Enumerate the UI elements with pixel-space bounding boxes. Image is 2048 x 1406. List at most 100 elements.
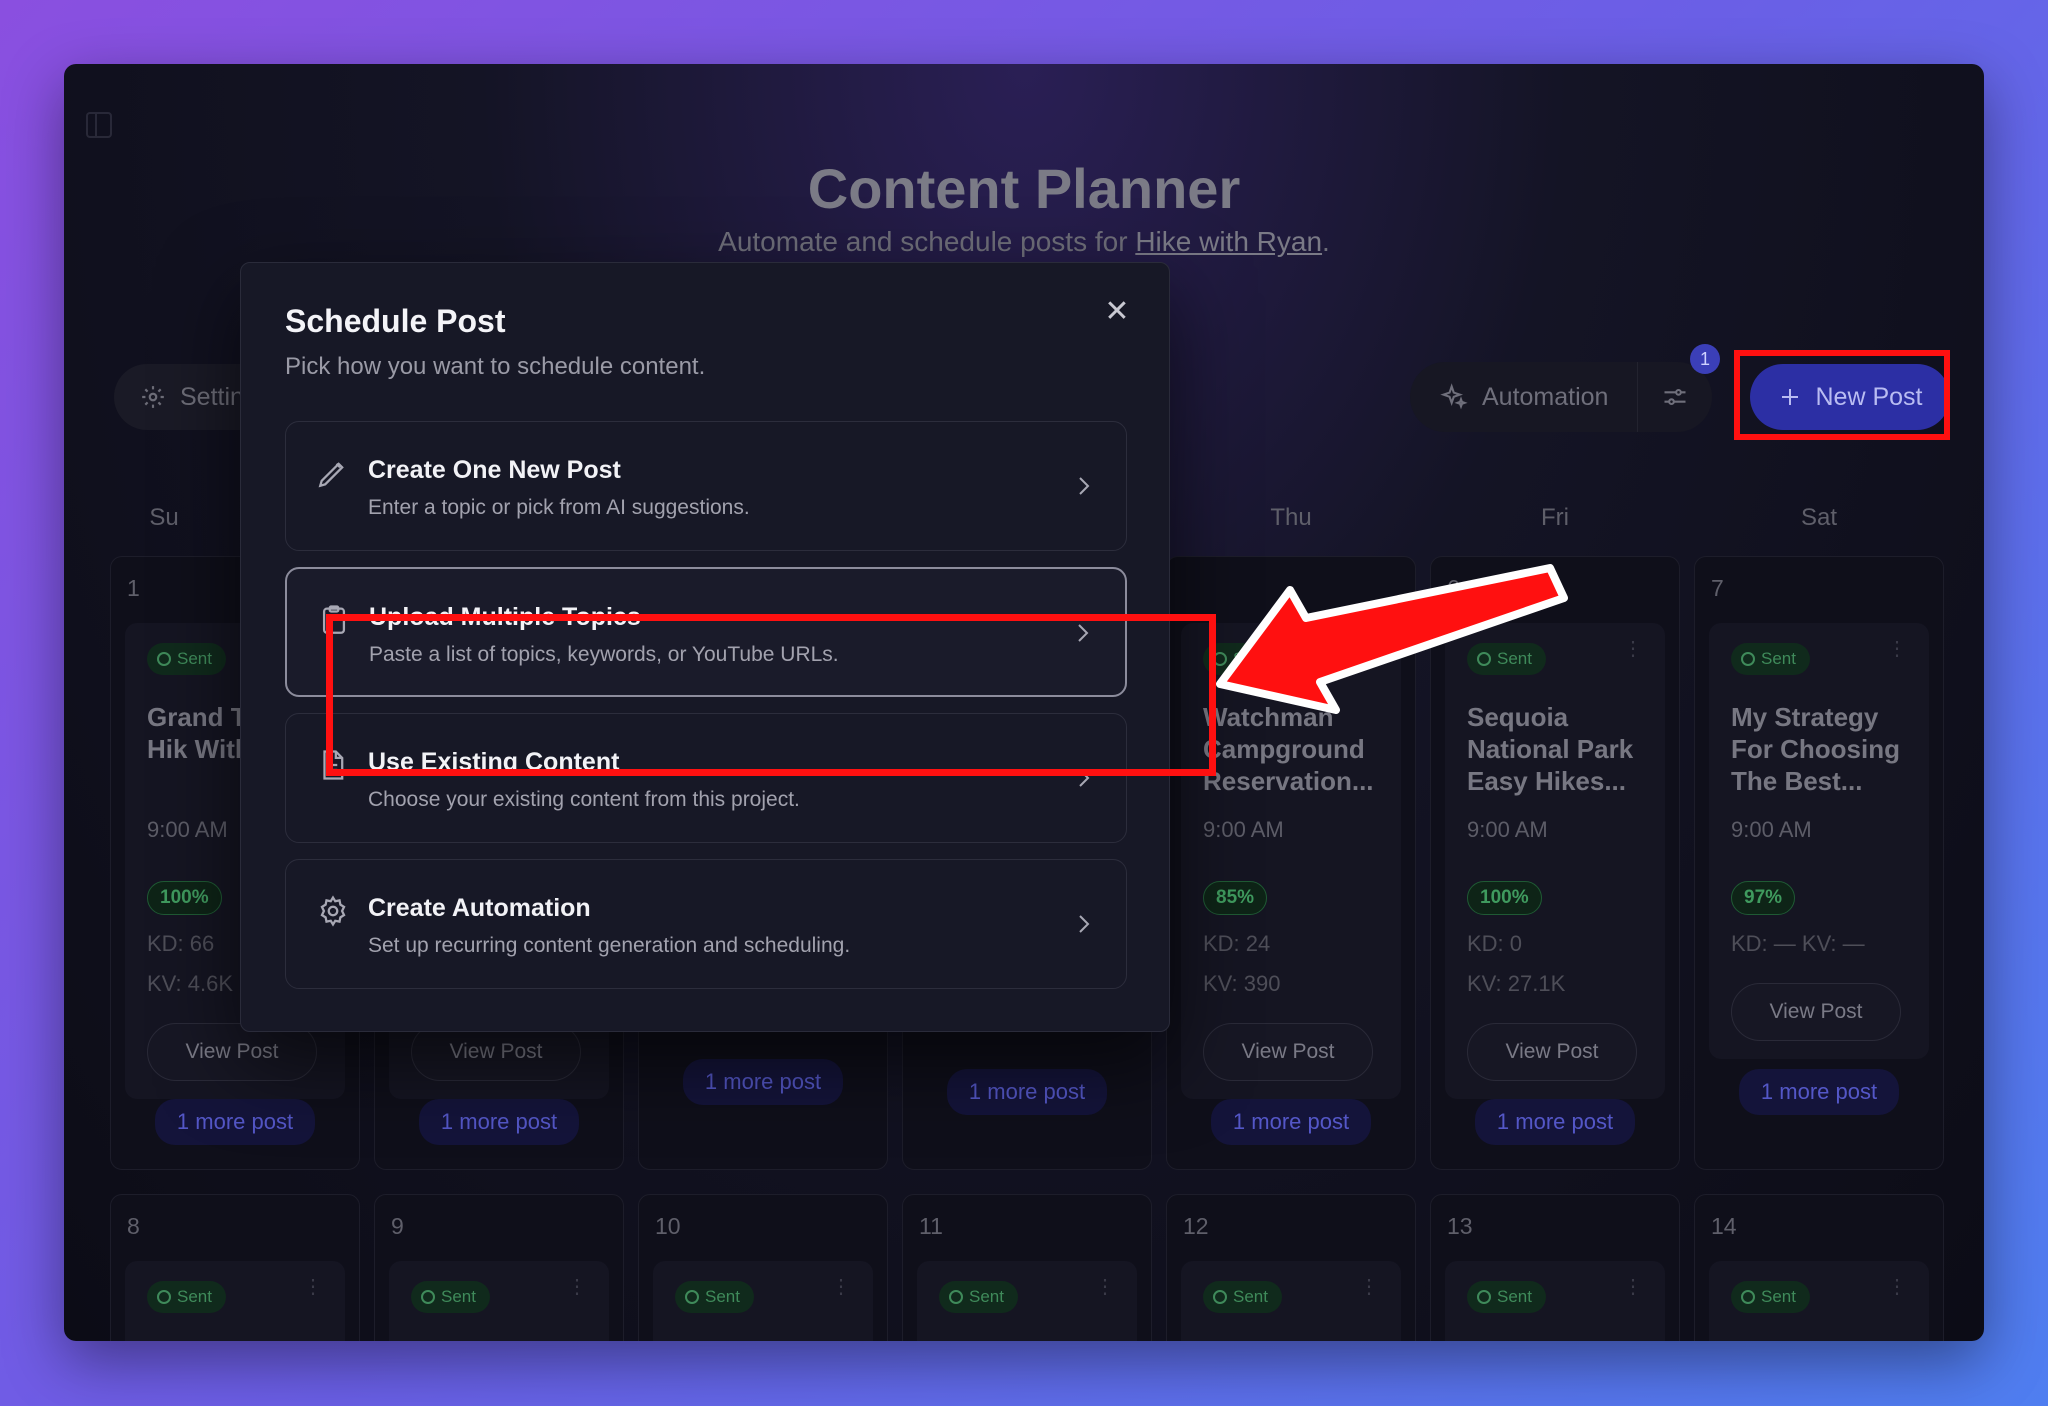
new-post-highlight [1734,350,1950,440]
more-posts-label: 1 more post [946,1069,1108,1115]
calendar-day: 10 Sent ⋮ [638,1194,888,1341]
check-icon [157,652,171,666]
status-text: Sent [705,1287,740,1306]
keyword-volume: KV: 27.1K [1467,971,1566,996]
option-description: Choose your existing content from this p… [368,788,800,811]
calendar-day: 14 Sent ⋮ [1694,1194,1944,1341]
more-options-icon[interactable]: ⋮ [303,1277,323,1297]
calendar-day: 12 Sent ⋮ [1166,1194,1416,1341]
dialog-subtitle: Pick how you want to schedule content. [285,353,706,380]
check-icon [949,1290,963,1304]
status-badge: Sent [1203,1281,1282,1313]
keyword-metrics: KD: — KV: — [1731,931,1865,956]
status-text: Sent [1761,649,1796,668]
option-title: Create Automation [368,894,591,922]
calendar-day: 13 Sent ⋮ [1430,1194,1680,1341]
sparkles-icon [1440,383,1468,410]
day-number: 1 [127,575,140,601]
more-options-icon[interactable]: ⋮ [1887,1277,1907,1297]
post-card[interactable]: Sent ⋮ [125,1261,345,1341]
view-post-button[interactable]: View Post [1467,1023,1637,1081]
keyword-volume: KV: 4.6K [147,971,234,996]
more-posts-link[interactable]: 1 more post [111,1099,359,1145]
post-card[interactable]: Sent ⋮ My Strategy For Choosing The Best… [1709,623,1929,1059]
more-options-icon[interactable]: ⋮ [1623,1277,1643,1297]
check-icon [685,1290,699,1304]
status-badge: Sent [1731,1281,1810,1313]
day-number: 14 [1711,1213,1737,1239]
chevron-right-icon [1079,915,1090,933]
automation-toolbar: Automation [1410,362,1712,432]
check-icon [157,1290,171,1304]
more-options-icon[interactable]: ⋮ [1095,1277,1115,1297]
day-number: 7 [1711,575,1724,601]
view-post-button[interactable]: View Post [1731,983,1901,1041]
post-time: 9:00 AM [1731,817,1812,842]
post-card[interactable]: Sent ⋮ [1181,1261,1401,1341]
notification-badge: 1 [1690,344,1720,374]
check-icon [1741,1290,1755,1304]
check-icon [421,1290,435,1304]
check-icon [1213,1290,1227,1304]
more-options-icon[interactable]: ⋮ [1887,639,1907,659]
gear-icon [142,386,164,408]
more-posts-link[interactable]: 1 more post [1695,1069,1943,1115]
app-window: Content Planner Automate and schedule po… [64,64,1984,1341]
dialog-title: Schedule Post [285,303,506,339]
gear-icon [320,895,346,927]
more-posts-link[interactable]: 1 more post [639,1059,887,1105]
pencil-icon [318,462,344,488]
option-description: Enter a topic or pick from AI suggestion… [368,496,750,519]
post-card[interactable]: Sent ⋮ [1709,1261,1929,1341]
keyword-volume: KV: 390 [1203,971,1281,996]
more-posts-label: 1 more post [1210,1099,1372,1145]
day-number: 11 [919,1213,943,1239]
option-create-automation[interactable]: Create Automation Set up recurring conte… [285,859,1127,989]
status-badge: Sent [675,1281,754,1313]
score-badge: 100% [1467,881,1542,915]
more-options-icon[interactable]: ⋮ [567,1277,587,1297]
post-card[interactable]: Sent ⋮ [1445,1261,1665,1341]
day-number: 12 [1183,1213,1209,1239]
option-description: Set up recurring content generation and … [368,934,851,957]
more-options-icon[interactable]: ⋮ [1359,1277,1379,1297]
more-posts-link[interactable]: 1 more post [1167,1099,1415,1145]
view-post-button[interactable]: View Post [1203,1023,1373,1081]
page-subtitle: Automate and schedule posts for Hike wit… [64,226,1984,258]
automation-button[interactable]: Automation [1410,362,1638,432]
more-options-icon[interactable]: ⋮ [831,1277,851,1297]
post-title: My Strategy For Choosing The Best... [1731,702,1900,796]
more-options-icon[interactable]: ⋮ [1623,639,1643,659]
day-header: Sat [1800,504,1838,531]
more-posts-link[interactable]: 1 more post [375,1099,623,1145]
more-posts-link[interactable]: 1 more post [1431,1099,1679,1145]
check-icon [1741,652,1755,666]
more-posts-link[interactable]: 1 more post [903,1069,1151,1115]
post-card[interactable]: Sent ⋮ [917,1261,1137,1341]
status-badge: Sent [147,1281,226,1313]
upload-option-highlight [326,614,1216,776]
day-number: 8 [127,1213,140,1239]
more-posts-label: 1 more post [418,1099,580,1145]
status-text: Sent [177,1287,212,1306]
more-posts-label: 1 more post [154,1099,316,1145]
calendar-day: 11 Sent ⋮ [902,1194,1152,1341]
post-time: 9:00 AM [1467,817,1548,842]
filter-button[interactable] [1638,383,1712,411]
post-time: 9:00 AM [147,817,228,842]
automation-label: Automation [1482,382,1609,411]
more-posts-label: 1 more post [1738,1069,1900,1115]
subtitle-suffix: . [1322,226,1330,257]
sidebar-toggle-icon[interactable] [86,112,112,138]
post-card[interactable]: Sent ⋮ [653,1261,873,1341]
calendar-day: 7 Sent ⋮ My Strategy For Choosing The Be… [1694,556,1944,1170]
calendar-day: 8 Sent ⋮ [110,1194,360,1341]
day-header: Thu [1270,504,1312,531]
close-icon[interactable]: ✕ [1099,293,1135,329]
day-number: 10 [655,1213,681,1239]
option-title: Create One New Post [368,456,621,484]
keyword-difficulty: KD: 0 [1467,931,1523,956]
project-link[interactable]: Hike with Ryan [1135,226,1322,257]
option-create-one-post[interactable]: Create One New Post Enter a topic or pic… [285,421,1127,551]
post-card[interactable]: Sent ⋮ [389,1261,609,1341]
